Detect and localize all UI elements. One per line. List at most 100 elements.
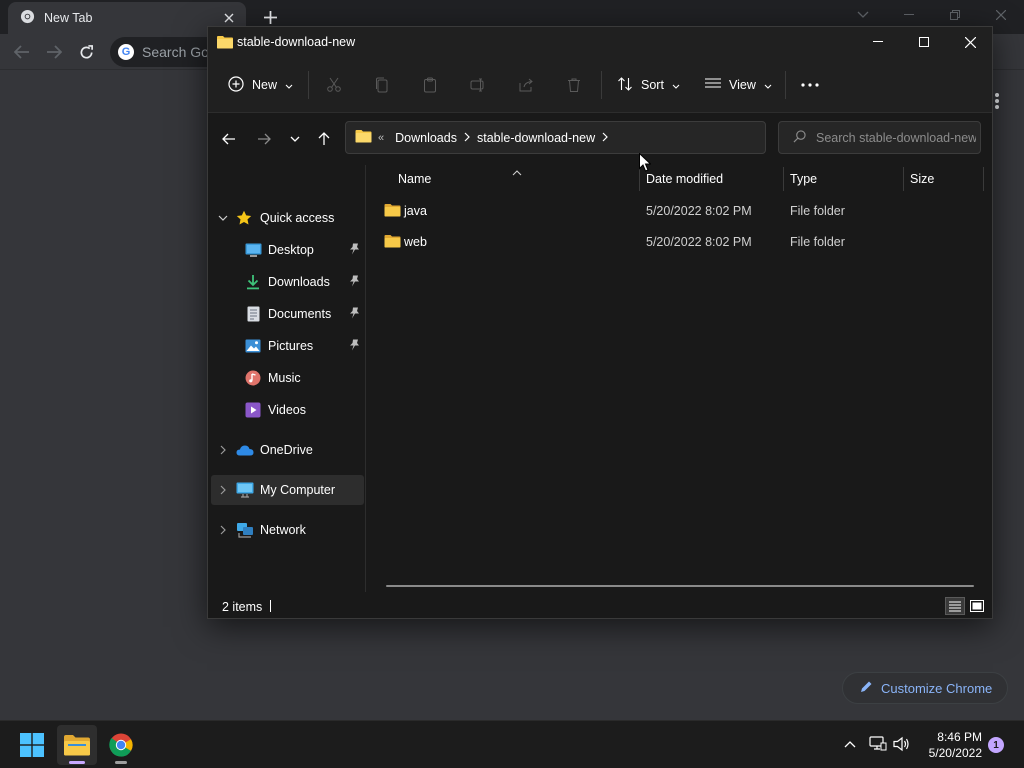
command-separator xyxy=(785,71,786,99)
videos-icon xyxy=(244,401,262,419)
share-icon[interactable] xyxy=(514,73,538,97)
details-view-icon[interactable] xyxy=(945,597,965,615)
chrome-tab-search-icon[interactable] xyxy=(849,4,877,26)
file-row[interactable]: java 5/20/2022 8:02 PM File folder xyxy=(382,196,982,226)
nav-label-my-computer: My Computer xyxy=(260,483,336,497)
nav-item-quick-access[interactable]: Quick access xyxy=(211,203,364,233)
view-button[interactable]: View xyxy=(705,69,772,101)
pin-icon[interactable] xyxy=(349,275,360,290)
customize-chrome-button[interactable]: Customize Chrome xyxy=(842,672,1008,704)
file-list-pane: Name Date modified Type Size java 5/20/2… xyxy=(366,165,992,592)
explorer-maximize-icon[interactable] xyxy=(901,27,947,57)
address-overflow-icon[interactable]: « xyxy=(378,132,384,144)
chrome-back-icon[interactable] xyxy=(9,40,35,64)
explorer-minimize-icon[interactable] xyxy=(855,27,901,57)
nav-item-pictures[interactable]: Pictures xyxy=(211,331,364,361)
nav-item-my-computer[interactable]: My Computer xyxy=(211,475,364,505)
nav-item-desktop[interactable]: Desktop xyxy=(211,235,364,265)
explorer-address-row: « Downloads stable-download-new xyxy=(208,113,992,165)
command-separator xyxy=(601,71,602,99)
column-header-type[interactable]: Type xyxy=(782,165,902,193)
file-date-modified: 5/20/2022 8:02 PM xyxy=(646,204,752,218)
nav-item-videos[interactable]: Videos xyxy=(211,395,364,425)
chrome-minimize-icon[interactable] xyxy=(895,4,923,26)
pin-icon[interactable] xyxy=(349,339,360,354)
new-button[interactable]: New xyxy=(228,69,293,101)
rename-icon[interactable] xyxy=(466,73,490,97)
up-arrow-icon[interactable] xyxy=(312,127,336,151)
taskbar: 8:46 PM 5/20/2022 1 xyxy=(0,720,1024,768)
chrome-menu-icon[interactable] xyxy=(992,90,1002,112)
large-icons-view-icon[interactable] xyxy=(967,597,987,615)
file-row[interactable]: web 5/20/2022 8:02 PM File folder xyxy=(382,227,982,257)
chrome-tab-favicon-icon xyxy=(20,9,35,27)
notification-badge[interactable]: 1 xyxy=(988,737,1004,753)
breadcrumb-stable-download-new[interactable]: stable-download-new xyxy=(477,131,595,145)
status-bar: 2 items xyxy=(208,592,992,618)
running-app-indicator xyxy=(115,761,127,764)
network-status-icon[interactable] xyxy=(867,733,889,755)
breadcrumb-downloads[interactable]: Downloads xyxy=(395,131,457,145)
nav-label-pictures: Pictures xyxy=(268,339,314,353)
music-icon xyxy=(244,369,262,387)
explorer-window-title: stable-download-new xyxy=(237,35,356,49)
pin-icon[interactable] xyxy=(349,307,360,322)
column-header-name[interactable]: Name xyxy=(390,165,639,193)
recent-locations-chevron-icon[interactable] xyxy=(283,127,307,151)
omnibox-placeholder: Search Goo xyxy=(142,44,217,60)
search-input[interactable] xyxy=(816,130,976,145)
explorer-titlebar[interactable]: stable-download-new xyxy=(208,27,992,57)
paste-icon[interactable] xyxy=(418,73,442,97)
chrome-restore-icon[interactable] xyxy=(941,4,969,26)
breadcrumb-chevron-icon[interactable] xyxy=(602,131,608,145)
forward-arrow-icon[interactable] xyxy=(252,127,276,151)
item-count: 2 items xyxy=(222,600,263,614)
chrome-reload-icon[interactable] xyxy=(73,40,99,64)
nav-item-music[interactable]: Music xyxy=(211,363,364,393)
chrome-forward-icon[interactable] xyxy=(41,40,67,64)
mouse-cursor-icon xyxy=(639,152,652,175)
taskbar-clock[interactable]: 8:46 PM 5/20/2022 xyxy=(912,729,982,761)
search-box[interactable] xyxy=(778,121,981,154)
column-header-date-label: Date modified xyxy=(646,172,724,186)
explorer-close-icon[interactable] xyxy=(947,27,993,57)
taskbar-file-explorer-icon[interactable] xyxy=(57,725,97,765)
chevron-down-icon xyxy=(764,78,772,92)
more-options-icon[interactable] xyxy=(798,73,822,97)
chevron-right-icon[interactable] xyxy=(217,485,229,495)
windows-start-icon[interactable] xyxy=(12,725,52,765)
chrome-close-icon[interactable] xyxy=(987,4,1015,26)
sort-button[interactable]: Sort xyxy=(617,69,680,101)
breadcrumb-chevron-icon[interactable] xyxy=(464,131,470,145)
delete-icon[interactable] xyxy=(562,73,586,97)
star-icon xyxy=(235,209,253,227)
volume-icon[interactable] xyxy=(891,733,913,755)
chrome-new-tab-button[interactable] xyxy=(258,6,282,28)
copy-icon[interactable] xyxy=(370,73,394,97)
pin-icon[interactable] xyxy=(349,243,360,258)
chevron-down-icon[interactable] xyxy=(217,215,229,221)
back-arrow-icon[interactable] xyxy=(217,127,241,151)
column-header-size[interactable]: Size xyxy=(902,165,982,193)
chevron-right-icon[interactable] xyxy=(217,445,229,455)
nav-label-music: Music xyxy=(268,371,301,385)
sort-icon xyxy=(617,76,633,95)
column-divider[interactable] xyxy=(983,167,984,191)
nav-label-desktop: Desktop xyxy=(268,243,314,257)
nav-item-network[interactable]: Network xyxy=(211,515,364,545)
horizontal-scrollbar[interactable] xyxy=(386,585,974,587)
cut-icon[interactable] xyxy=(322,73,346,97)
nav-item-onedrive[interactable]: OneDrive xyxy=(211,435,364,465)
document-icon xyxy=(244,305,262,323)
view-list-icon xyxy=(705,77,721,94)
nav-item-downloads[interactable]: Downloads xyxy=(211,267,364,297)
nav-label-documents: Documents xyxy=(268,307,332,321)
chrome-icon[interactable] xyxy=(101,725,141,765)
chevron-down-icon xyxy=(285,78,293,92)
show-hidden-icons-chevron-icon[interactable] xyxy=(839,733,861,755)
chevron-right-icon[interactable] xyxy=(217,525,229,535)
column-header-type-label: Type xyxy=(790,172,818,186)
nav-item-documents[interactable]: Documents xyxy=(211,299,364,329)
address-bar[interactable]: « Downloads stable-download-new xyxy=(345,121,892,154)
column-header-date-modified[interactable]: Date modified xyxy=(638,165,782,193)
